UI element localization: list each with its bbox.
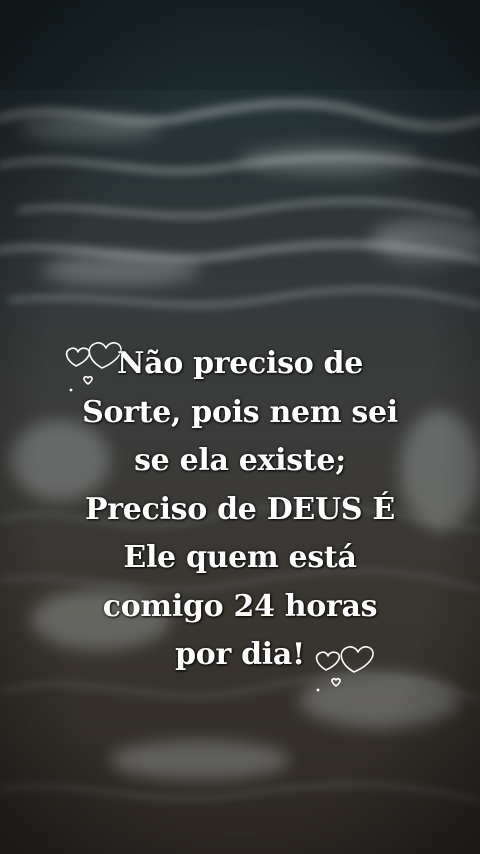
- quote-line-1: Não preciso de: [116, 346, 364, 381]
- quote-line-7: por dia!: [175, 637, 305, 672]
- hearts-decoration-bottom: [312, 640, 378, 694]
- quote-line-2: Sorte, pois nem sei: [82, 394, 398, 430]
- quote-line-3: se ela existe;: [134, 443, 346, 478]
- quote-line-4: Preciso de DEUS É: [85, 491, 395, 527]
- quote-line-5: Ele quem está: [123, 540, 357, 575]
- quote-text: Não preciso de Sorte, pois nem sei se el…: [40, 340, 440, 680]
- quote-line-6: comigo 24 horas: [102, 588, 378, 624]
- double-heart-outline-icon: [315, 645, 374, 692]
- ocean-background: Não preciso de Sorte, pois nem sei se el…: [0, 0, 480, 854]
